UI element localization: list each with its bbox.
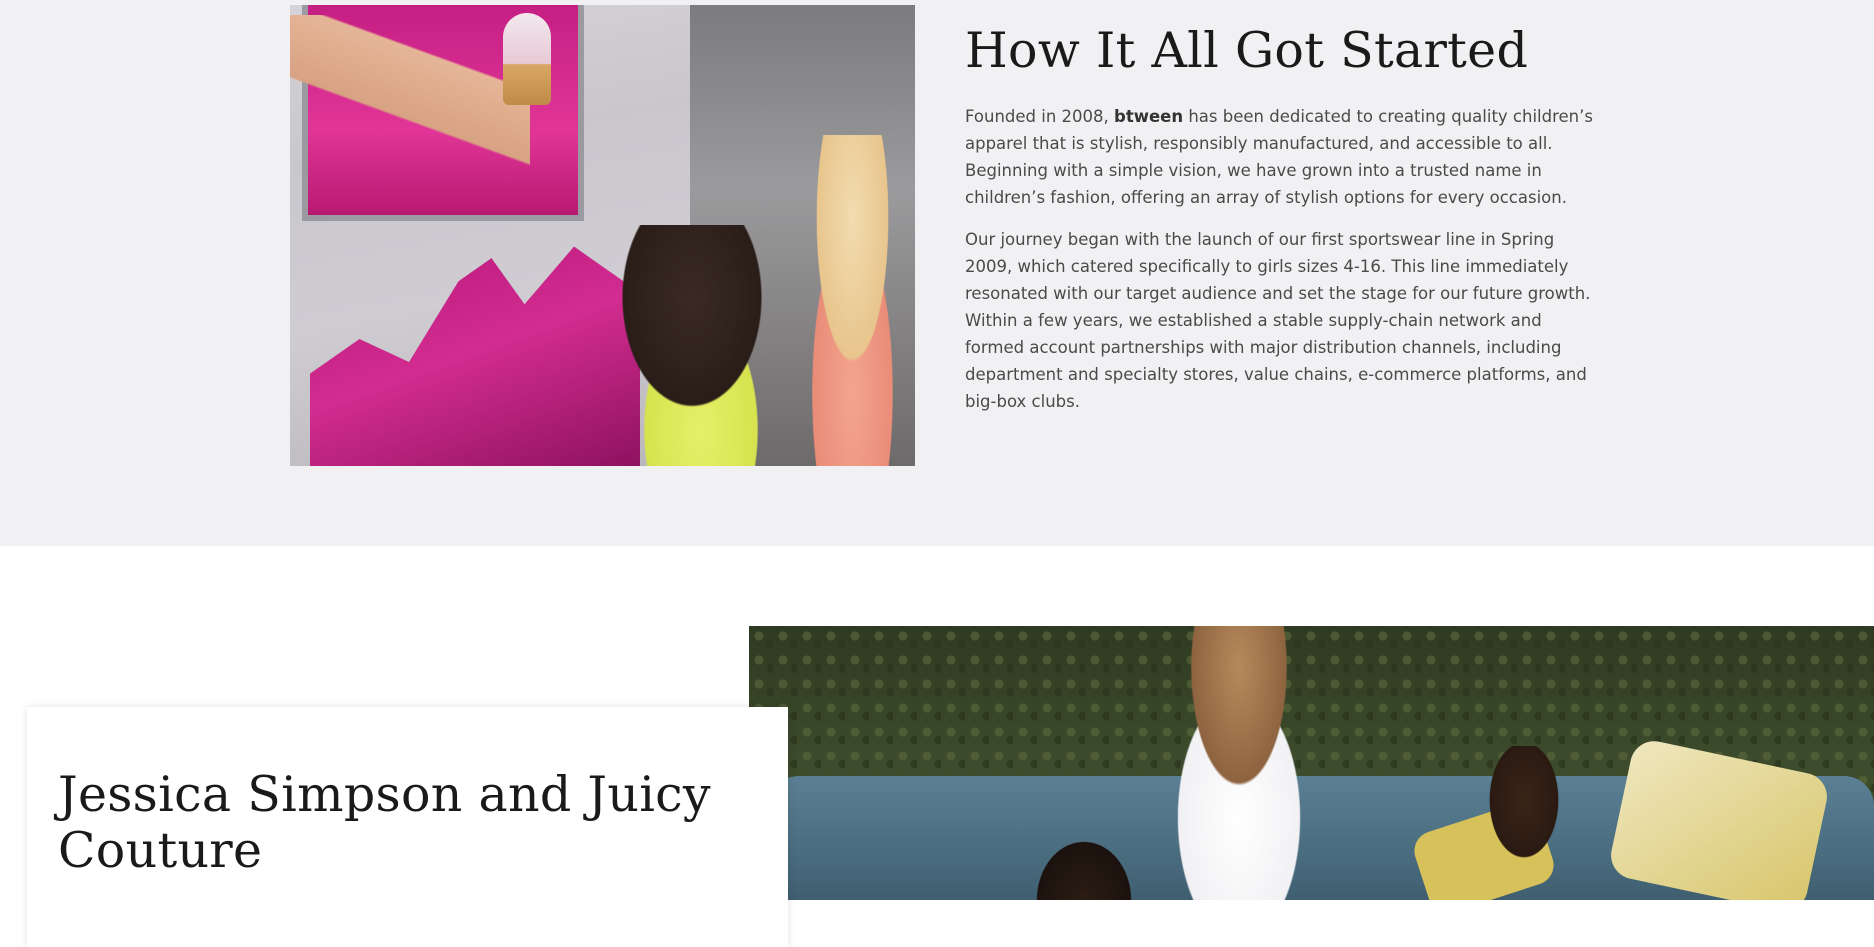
girls-on-sofa-photo [749,626,1874,900]
licensing-section: Jessica Simpson and Juicy Couture [0,546,1874,947]
licensing-card: Jessica Simpson and Juicy Couture [27,707,788,947]
story-paragraph-2: Our journey began with the launch of our… [965,229,1591,411]
licensing-heading: Jessica Simpson and Juicy Couture [58,766,711,879]
story-heading: How It All Got Started [965,22,1529,79]
story-paragraph-1: Founded in 2008, btween has been dedicat… [965,106,1593,207]
ice-cream-truck-photo [290,5,915,466]
story-text-block: How It All Got Started Founded in 2008, … [965,22,1595,430]
brand-name: btween [1114,106,1184,126]
about-story-section: How It All Got Started Founded in 2008, … [0,0,1874,546]
